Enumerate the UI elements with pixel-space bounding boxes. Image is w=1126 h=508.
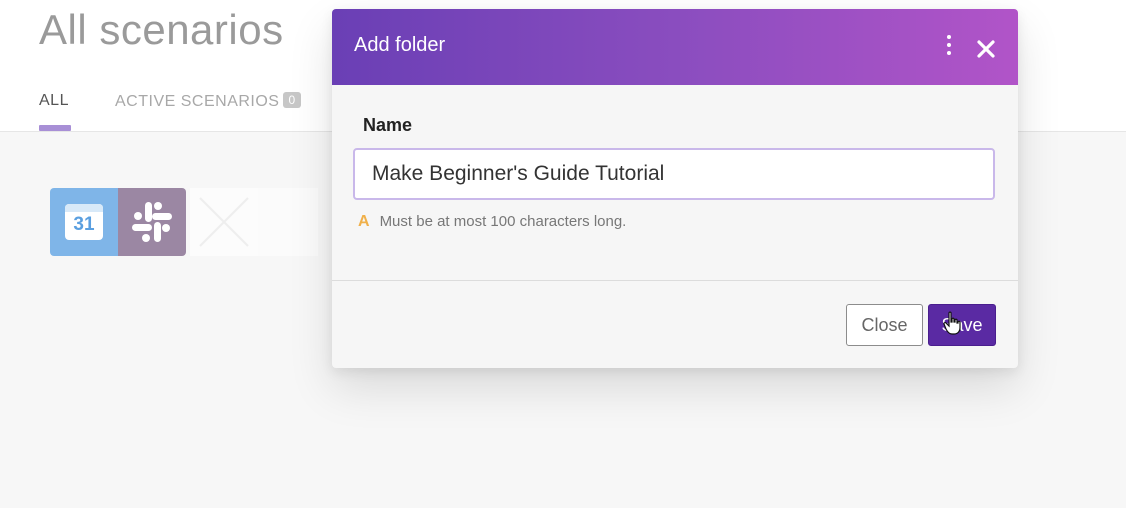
tab-active-label: ACTIVE SCENARIOS bbox=[115, 93, 280, 110]
warning-icon: A bbox=[358, 213, 370, 230]
hint-text: Must be at most 100 characters long. bbox=[379, 213, 627, 230]
tab-all[interactable]: ALL bbox=[39, 92, 71, 131]
folder-name-input[interactable] bbox=[353, 148, 995, 200]
validation-hint: A Must be at most 100 characters long. bbox=[358, 213, 626, 231]
dialog-footer-divider bbox=[332, 280, 1018, 281]
scenario-placeholder-tile bbox=[190, 188, 258, 256]
slack-glyph bbox=[132, 202, 172, 242]
tab-all-label: ALL bbox=[39, 92, 69, 109]
add-folder-dialog: Add folder Name A Must be at most 100 cha… bbox=[332, 9, 1018, 368]
close-icon[interactable] bbox=[974, 37, 998, 61]
close-button[interactable]: Close bbox=[846, 304, 923, 346]
calendar-icon[interactable]: 31 bbox=[50, 188, 118, 256]
save-button[interactable]: Save bbox=[928, 304, 996, 346]
calendar-glyph: 31 bbox=[65, 204, 103, 240]
tab-active-scenarios[interactable]: ACTIVE SCENARIOS 0 bbox=[115, 92, 301, 111]
calendar-day: 31 bbox=[73, 214, 95, 235]
tab-active-count-badge: 0 bbox=[283, 92, 301, 108]
scenario-placeholder-tile bbox=[258, 188, 318, 256]
placeholder-x-icon bbox=[199, 197, 249, 247]
name-field-label: Name bbox=[363, 115, 413, 135]
page-title: All scenarios bbox=[39, 6, 284, 53]
dialog-header: Add folder bbox=[332, 9, 1018, 85]
slack-icon[interactable] bbox=[118, 188, 186, 256]
more-options-icon[interactable] bbox=[942, 35, 956, 57]
dialog-body: Name A Must be at most 100 characters lon… bbox=[332, 85, 1018, 280]
dialog-title: Add folder bbox=[354, 34, 446, 56]
